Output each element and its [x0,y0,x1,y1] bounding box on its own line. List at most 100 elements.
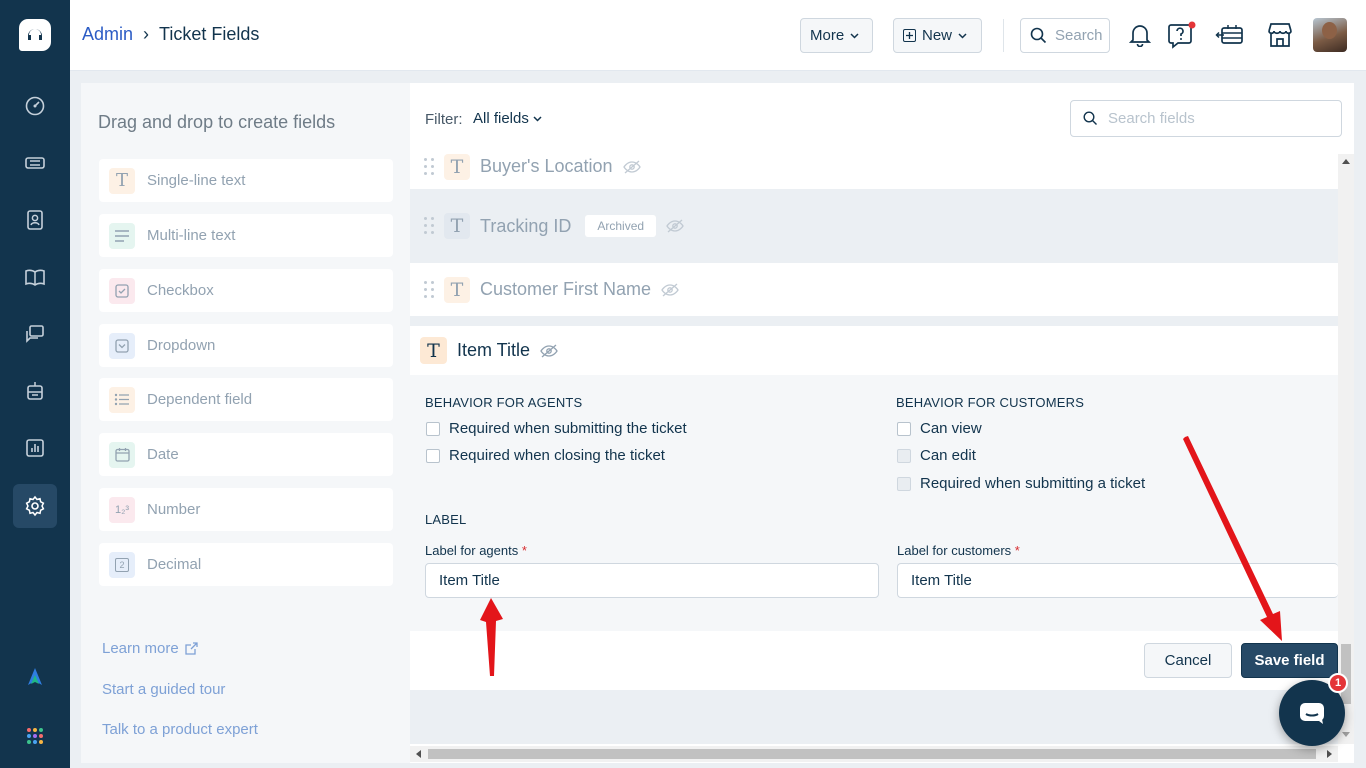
breadcrumb-admin-link[interactable]: Admin [82,24,133,45]
customers-label-input[interactable]: Item Title [897,563,1338,598]
hidden-eye-icon [666,219,684,233]
field-type-label: Dropdown [147,337,216,354]
more-button-label: More [810,27,845,44]
field-type-number[interactable]: 1₂³ Number [99,488,393,531]
scroll-up-arrow-icon[interactable] [1342,158,1350,164]
search-fields-placeholder: Search fields [1108,110,1195,127]
filter-bar: Filter: All fields Search fields [410,83,1354,154]
reports-icon[interactable] [13,426,57,470]
field-type-label: Decimal [147,556,202,573]
customers-label-caption: Label for customers * [897,543,1020,558]
field-type-decimal[interactable]: 2 Decimal [99,543,393,586]
vertical-scrollbar[interactable] [1338,154,1354,744]
field-name: Customer First Name [480,279,652,299]
field-type-label: Checkbox [147,282,214,299]
discussions-icon[interactable] [13,312,57,356]
app-switcher-icon[interactable] [13,714,57,758]
chat-unread-badge: 1 [1328,673,1348,693]
checkbox-box[interactable] [426,448,440,463]
field-type-dependent-field[interactable]: Dependent field [99,378,393,421]
search-fields-input[interactable]: Search fields [1070,100,1342,137]
customers-behavior-heading: BEHAVIOR FOR CUSTOMERS [896,395,1085,410]
breadcrumb-separator: › [143,24,150,44]
hidden-eye-icon [661,283,679,297]
checkbox-box[interactable] [897,421,911,436]
customers-can-edit-checkbox[interactable]: Can edit [897,447,976,464]
hidden-eye-icon[interactable] [540,344,558,358]
user-avatar[interactable] [1313,18,1347,52]
checkbox-icon [109,277,135,304]
scroll-right-arrow-icon[interactable] [1327,750,1333,758]
contacts-icon[interactable] [13,198,57,242]
scroll-down-arrow-icon[interactable] [1342,732,1350,738]
more-button[interactable]: More [800,18,873,53]
field-type-multi-line-text[interactable]: Multi-line text [99,214,393,257]
drag-handle-icon[interactable] [424,217,434,235]
agents-required-closing-checkbox[interactable]: Required when closing the ticket [426,447,665,464]
field-row-customer-first-name[interactable]: T Customer First Name [410,263,1338,316]
field-type-dropdown[interactable]: Dropdown [99,324,393,367]
product-switch-icon[interactable] [1213,18,1247,52]
checkbox-label: Can edit [920,447,976,464]
freshdesk-logo-icon[interactable] [19,19,51,51]
field-type-label: Single-line text [147,172,246,189]
drag-handle-icon[interactable] [424,280,434,299]
field-row-tracking-id[interactable]: T Tracking ID Archived [410,199,1338,253]
dashboard-icon[interactable] [13,84,57,128]
hidden-eye-icon [622,160,641,174]
chevron-down-icon [850,32,859,39]
agents-label-input[interactable]: Item Title [425,563,879,598]
fields-list: T Buyer's Location T Tracking ID Archive… [410,154,1338,744]
field-type-label: Multi-line text [147,227,236,244]
guided-tour-link[interactable]: Start a guided tour [102,681,225,698]
new-button[interactable]: New [893,18,982,53]
filter-label: Filter: [425,111,463,128]
external-link-icon [185,642,198,655]
marketplace-store-icon[interactable] [1263,18,1297,52]
customers-can-view-checkbox[interactable]: Can view [897,420,982,437]
list-icon [109,386,135,413]
archived-badge: Archived [585,215,657,237]
notifications-bell-icon[interactable] [1123,18,1157,52]
agents-required-submitting-checkbox[interactable]: Required when submitting the ticket [426,420,687,437]
required-asterisk: * [521,543,527,558]
field-types-panel: Drag and drop to create fields T Single-… [81,83,410,763]
checkbox-box[interactable] [897,476,911,491]
text-icon: T [444,276,470,303]
product-expert-link[interactable]: Talk to a product expert [102,721,258,738]
number-icon: 1₂³ [109,496,135,523]
help-icon[interactable] [1165,18,1199,52]
knowledge-base-icon[interactable] [13,255,57,299]
checkbox-box[interactable] [897,448,911,463]
filter-value: All fields [473,110,529,127]
customers-required-submitting-checkbox[interactable]: Required when submitting a ticket [897,475,1145,492]
scroll-left-arrow-icon[interactable] [415,750,421,758]
admin-settings-icon[interactable] [13,484,57,528]
filter-dropdown[interactable]: All fields [473,110,542,127]
agents-label-caption-text: Label for agents [425,543,519,558]
page-title: Ticket Fields [159,24,260,44]
bot-icon[interactable] [13,369,57,413]
search-icon [1083,111,1097,125]
horizontal-scroll-thumb[interactable] [428,749,1316,759]
field-type-date[interactable]: Date [99,433,393,476]
global-search-button[interactable]: Search [1020,18,1110,53]
field-type-single-line-text[interactable]: T Single-line text [99,159,393,202]
horizontal-scrollbar[interactable] [410,746,1338,762]
cancel-button[interactable]: Cancel [1144,643,1232,678]
field-editor-title: Item Title [457,340,531,360]
learn-more-label: Learn more [102,640,179,657]
field-type-checkbox[interactable]: Checkbox [99,269,393,312]
tickets-icon[interactable] [13,141,57,185]
field-row-buyers-location[interactable]: T Buyer's Location [410,154,1338,189]
checkbox-box[interactable] [426,421,440,436]
drag-handle-icon[interactable] [424,157,434,176]
learn-more-link[interactable]: Learn more [102,640,198,657]
checkbox-label: Required when submitting a ticket [920,475,1146,492]
field-name: Buyer's Location [480,156,613,176]
save-field-button[interactable]: Save field [1241,643,1338,678]
field-name: Tracking ID [480,215,572,236]
field-editor: T Item Title BEHAVIOR FOR AGENTS Require… [410,326,1338,690]
freshworks-neo-icon[interactable] [13,655,57,699]
label-section-heading: LABEL [425,512,467,527]
